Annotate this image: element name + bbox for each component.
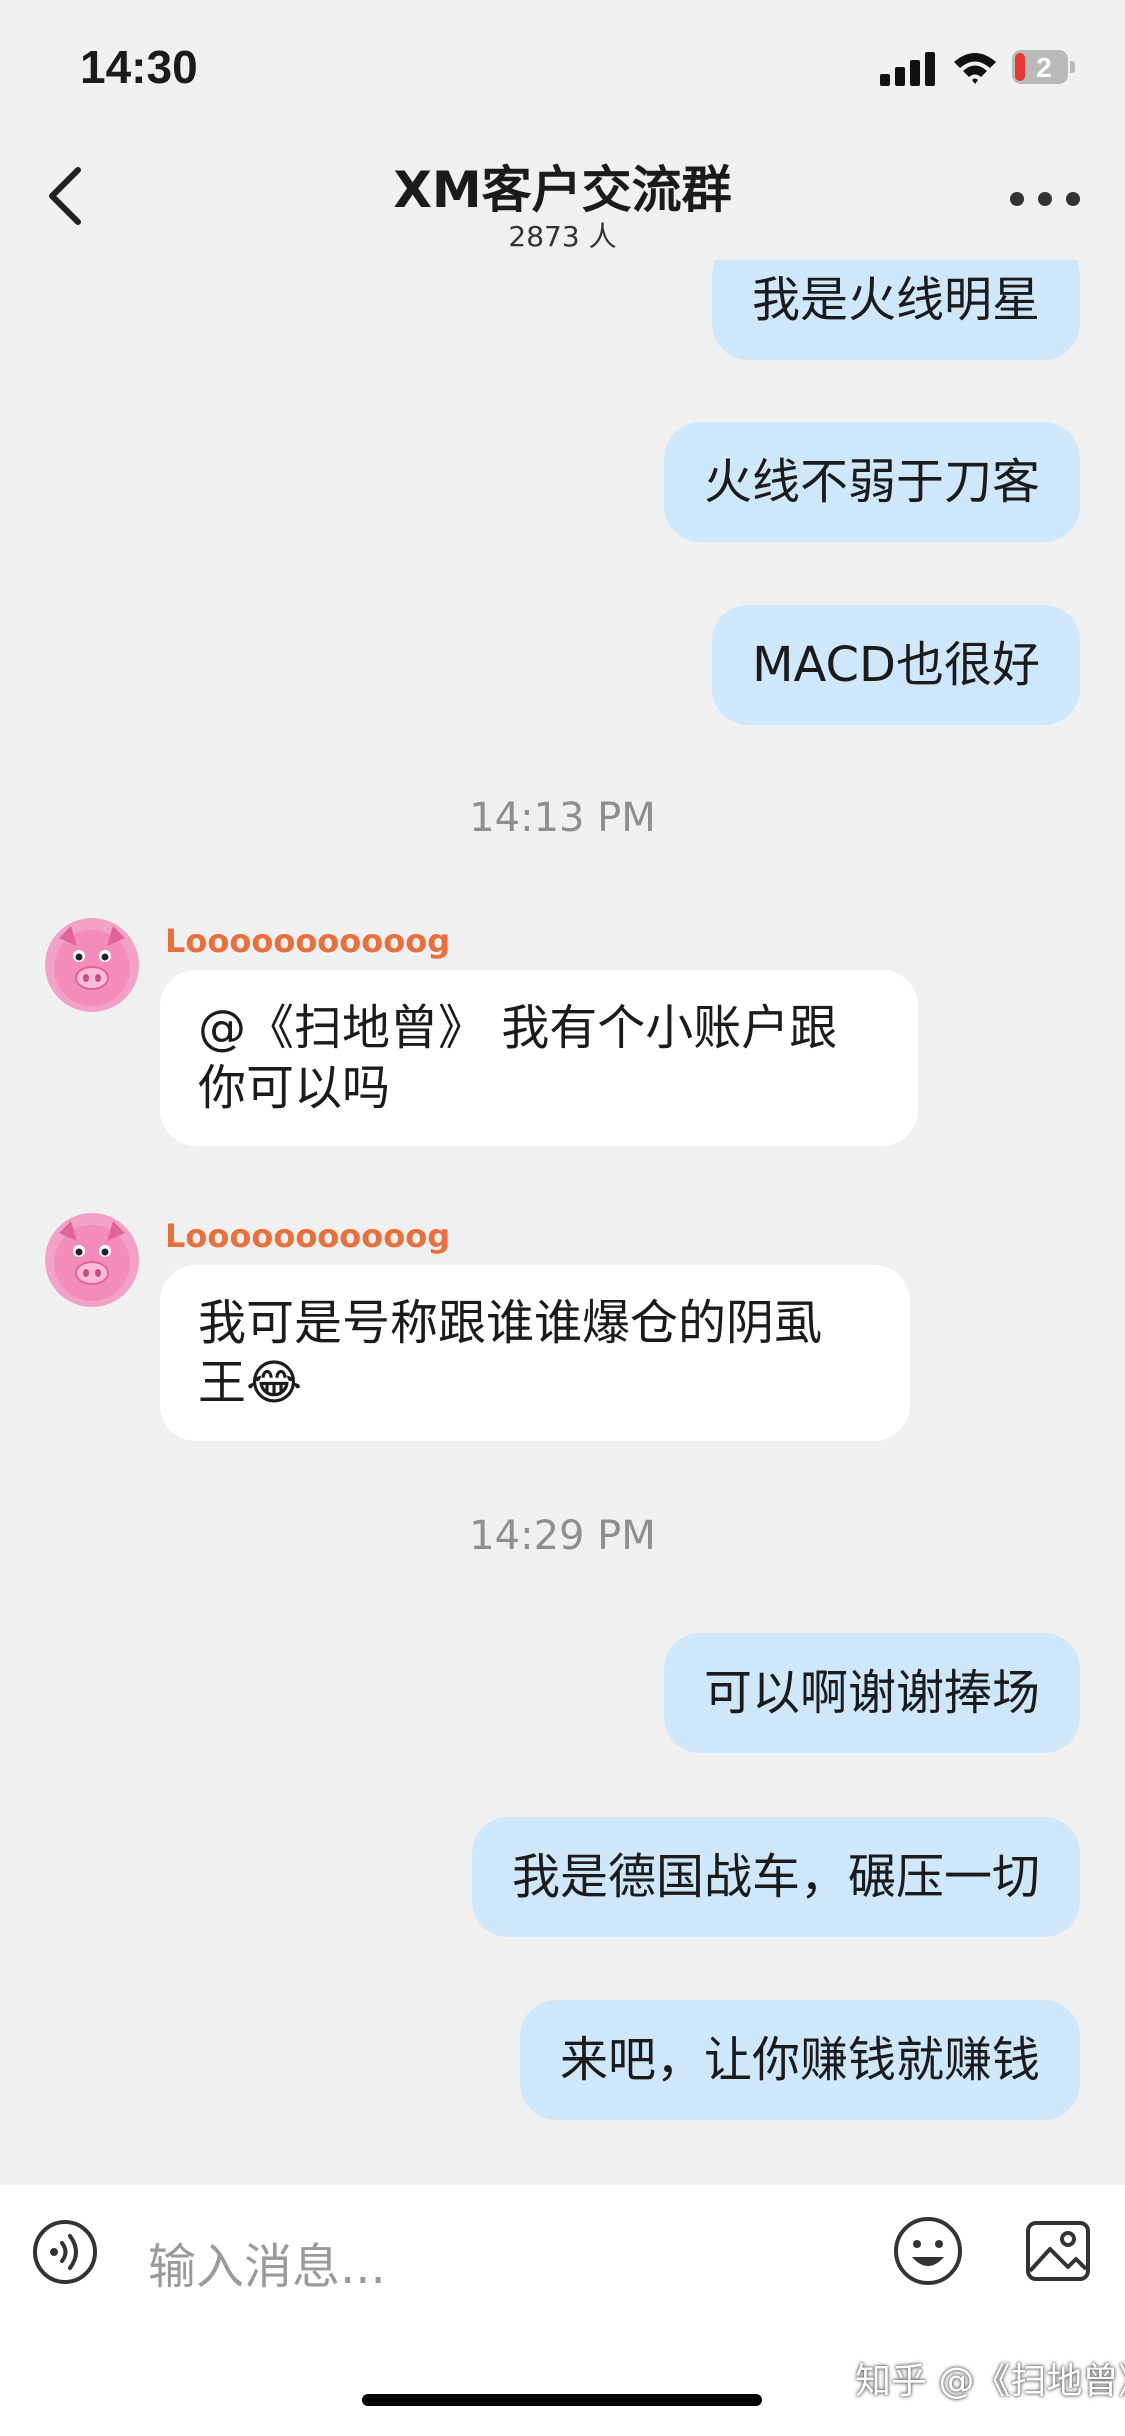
watermark: 知乎 @《扫地曾》 (855, 2361, 1125, 2402)
message-bubble-mine[interactable]: 我是德国战车，碾压一切 (471, 1817, 1080, 1937)
message-text: 来吧，让你赚钱就赚钱 (559, 2032, 1040, 2088)
message-list[interactable]: 我是火线明星 火线不弱于刀客 MACD也很好 14:13 PM Looooooo… (0, 260, 1125, 2185)
message-bubble-mine[interactable]: 可以啊谢谢捧场 (663, 1633, 1080, 1753)
chat-header: XM客户交流群 2873 人 (0, 130, 1125, 260)
message-bubble-theirs[interactable]: 我可是号称跟谁谁爆仓的阴虱 王😂 (160, 1265, 910, 1441)
home-indicator[interactable] (362, 2394, 762, 2406)
message-bubble-mine[interactable]: 我是火线明星 (711, 260, 1080, 360)
message-text: 我是德国战车，碾压一切 (511, 1849, 1040, 1905)
timestamp: 14:29 PM (469, 1513, 656, 1559)
more-dots-icon[interactable] (1010, 192, 1080, 212)
status-time: 14:30 (80, 41, 198, 93)
message-bubble-mine[interactable]: 火线不弱于刀客 (663, 422, 1080, 542)
message-bubble-mine[interactable]: MACD也很好 (712, 605, 1080, 725)
sender-name[interactable]: Looooooooooog (165, 1217, 450, 1255)
message-text: 王 (198, 1355, 247, 1411)
message-bubble-mine[interactable]: 来吧，让你赚钱就赚钱 (519, 2000, 1080, 2120)
message-text: 我是火线明星 (751, 272, 1040, 328)
message-bubble-theirs[interactable]: @《扫地曾》 我有个小账户跟 你可以吗 (160, 970, 918, 1146)
page-title: XM客户交流群 (393, 161, 732, 219)
member-count: 2873 人 (508, 220, 617, 253)
battery-level: 2 (1036, 52, 1052, 83)
laughing-emoji-icon: 😂 (246, 1355, 303, 1411)
message-text: 可以啊谢谢捧场 (703, 1665, 1040, 1721)
message-text: 火线不弱于刀客 (703, 454, 1040, 510)
battery-icon: 2 (1012, 50, 1075, 84)
message-text: 我可是号称跟谁谁爆仓的阴虱 (198, 1295, 823, 1351)
message-input[interactable]: 输入消息... (148, 2227, 386, 2297)
message-text: @《扫地曾》 我有个小账户跟 (198, 1000, 838, 1056)
image-icon[interactable] (1022, 2215, 1094, 2287)
message-text: MACD也很好 (752, 637, 1040, 693)
emoji-icon[interactable] (892, 2215, 964, 2287)
avatar[interactable] (45, 918, 139, 1012)
wifi-icon (954, 53, 996, 84)
message-text: 你可以吗 (198, 1060, 391, 1116)
sender-name[interactable]: Looooooooooog (165, 922, 450, 960)
cellular-signal-icon (880, 52, 936, 86)
avatar[interactable] (45, 1213, 139, 1307)
status-bar: 14:30 2 (0, 0, 1125, 130)
voice-icon[interactable] (32, 2219, 98, 2285)
timestamp: 14:13 PM (469, 795, 656, 841)
